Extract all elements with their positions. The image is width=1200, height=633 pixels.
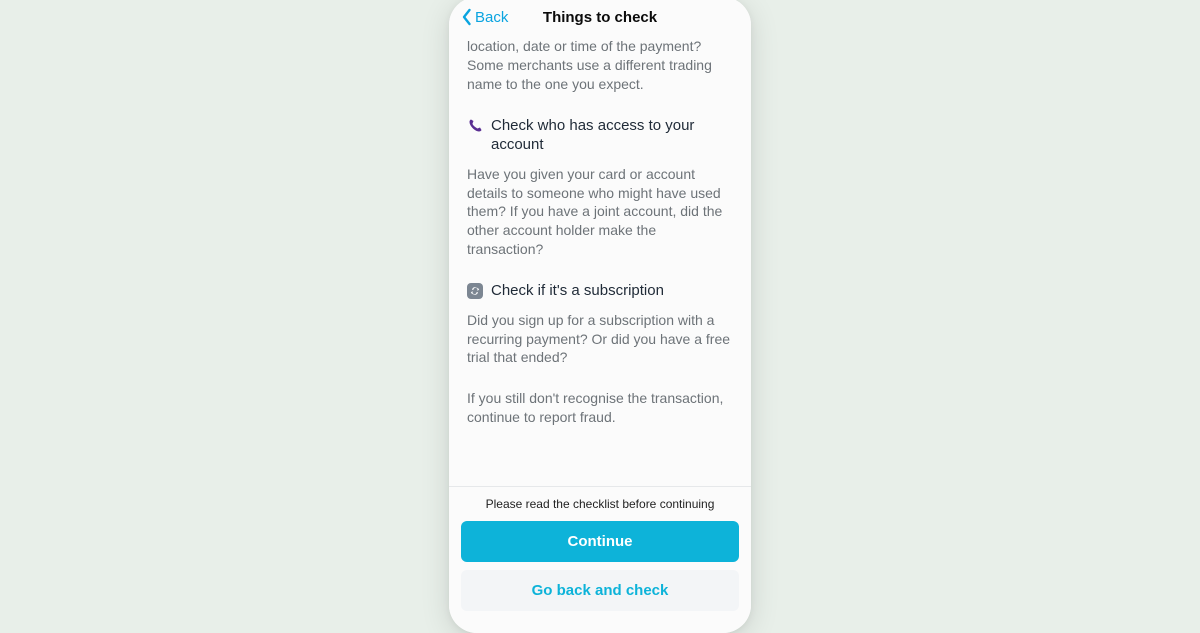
outro-text: If you still don't recognise the transac… [467, 389, 733, 427]
section-access-title: Check who has access to your account [491, 116, 733, 155]
phone-handset-icon [467, 118, 483, 134]
back-label: Back [475, 9, 508, 26]
footer-note: Please read the checklist before continu… [461, 497, 739, 511]
section-subscription: Check if it's a subscription Did you sig… [467, 281, 733, 367]
back-button[interactable]: Back [461, 8, 508, 26]
footer: Please read the checklist before continu… [449, 486, 751, 633]
content-area: location, date or time of the payment? S… [449, 37, 751, 486]
section-subscription-head: Check if it's a subscription [467, 281, 733, 301]
nav-bar: Back Things to check [449, 0, 751, 37]
intro-fragment: location, date or time of the payment? S… [467, 37, 733, 94]
section-access: Check who has access to your account Hav… [467, 116, 733, 259]
section-access-head: Check who has access to your account [467, 116, 733, 155]
continue-button[interactable]: Continue [461, 521, 739, 562]
section-access-body: Have you given your card or account deta… [467, 165, 733, 259]
phone-frame: Back Things to check location, date or t… [449, 0, 751, 633]
repeat-icon [467, 283, 483, 299]
chevron-left-icon [461, 8, 473, 26]
section-subscription-title: Check if it's a subscription [491, 281, 664, 301]
go-back-button[interactable]: Go back and check [461, 570, 739, 611]
section-subscription-body: Did you sign up for a subscription with … [467, 311, 733, 368]
